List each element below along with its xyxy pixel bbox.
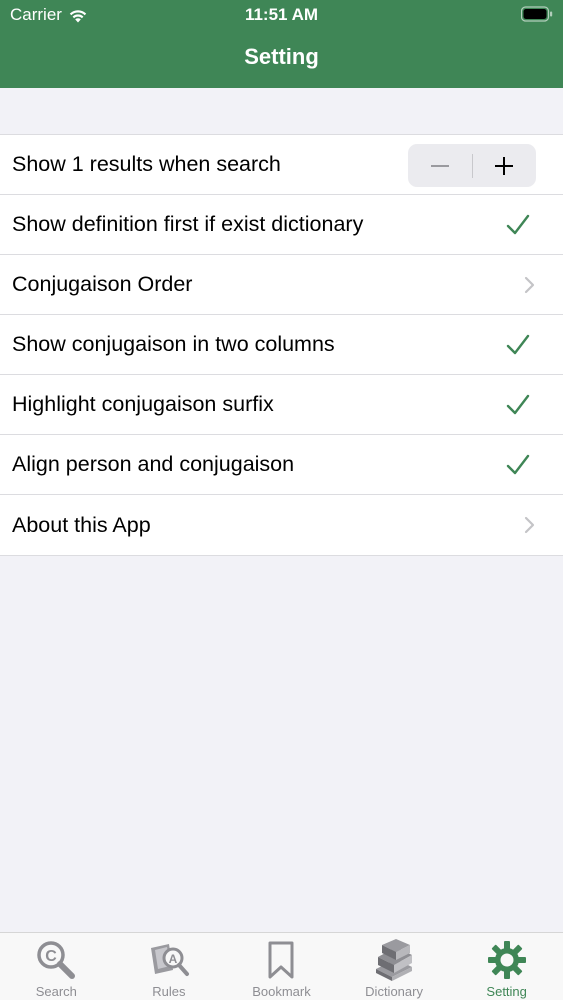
checkmark-icon (506, 454, 530, 475)
svg-text:C: C (46, 948, 58, 965)
status-time: 11:51 AM (244, 5, 319, 24)
stepper-plus-button[interactable] (473, 144, 537, 187)
navigation-header: Carrier 11:51 AM Setting (0, 0, 563, 88)
results-stepper[interactable] (408, 144, 536, 187)
rules-icon: A (147, 938, 191, 982)
tab-label: Search (35, 984, 77, 999)
setting-row-highlight-surfix[interactable]: Highlight conjugaison surfix (0, 375, 563, 435)
stepper-minus-button[interactable] (408, 144, 472, 187)
bookmark-icon (259, 938, 303, 982)
tab-bar: C Search A Rules Bookmark Dictionary Set… (0, 932, 563, 1000)
checkmark-icon (506, 214, 530, 235)
plus-icon (495, 156, 514, 175)
setting-row-about[interactable]: About this App (0, 495, 563, 555)
minus-icon (430, 164, 449, 167)
status-bar: Carrier 11:51 AM (0, 0, 563, 30)
setting-row-align-person[interactable]: Align person and conjugaison (0, 435, 563, 495)
tab-label: Bookmark (252, 984, 311, 999)
svg-text:A: A (169, 952, 178, 966)
tab-label: Dictionary (365, 984, 423, 999)
tab-rules[interactable]: A Rules (113, 933, 226, 1000)
setting-row-conjugaison-order[interactable]: Conjugaison Order (0, 255, 563, 315)
settings-list: Show 1 results when search Show definiti… (0, 134, 563, 556)
setting-label: Conjugaison Order (12, 272, 193, 296)
gear-icon (485, 938, 529, 982)
setting-label: Align person and conjugaison (12, 452, 295, 476)
tab-search[interactable]: C Search (0, 933, 113, 1000)
setting-label: Show definition first if exist dictionar… (12, 212, 364, 236)
tab-dictionary[interactable]: Dictionary (338, 933, 451, 1000)
battery-icon (521, 6, 553, 22)
setting-label: Highlight conjugaison surfix (12, 392, 274, 416)
setting-row-two-columns[interactable]: Show conjugaison in two columns (0, 315, 563, 375)
checkmark-icon (506, 334, 530, 355)
setting-label: About this App (12, 512, 151, 537)
tab-bookmark[interactable]: Bookmark (225, 933, 338, 1000)
search-icon: C (34, 938, 78, 982)
tab-setting[interactable]: Setting (450, 933, 563, 1000)
tab-label: Rules (152, 984, 186, 999)
chevron-right-icon (524, 516, 535, 534)
setting-row-results-count: Show 1 results when search (0, 135, 563, 195)
chevron-right-icon (524, 276, 535, 294)
setting-label: Show conjugaison in two columns (12, 332, 335, 356)
checkmark-icon (506, 394, 530, 415)
page-title: Setting (244, 44, 319, 69)
tab-label: Setting (486, 984, 527, 999)
setting-row-definition-first[interactable]: Show definition first if exist dictionar… (0, 195, 563, 255)
dictionary-icon (372, 938, 416, 982)
